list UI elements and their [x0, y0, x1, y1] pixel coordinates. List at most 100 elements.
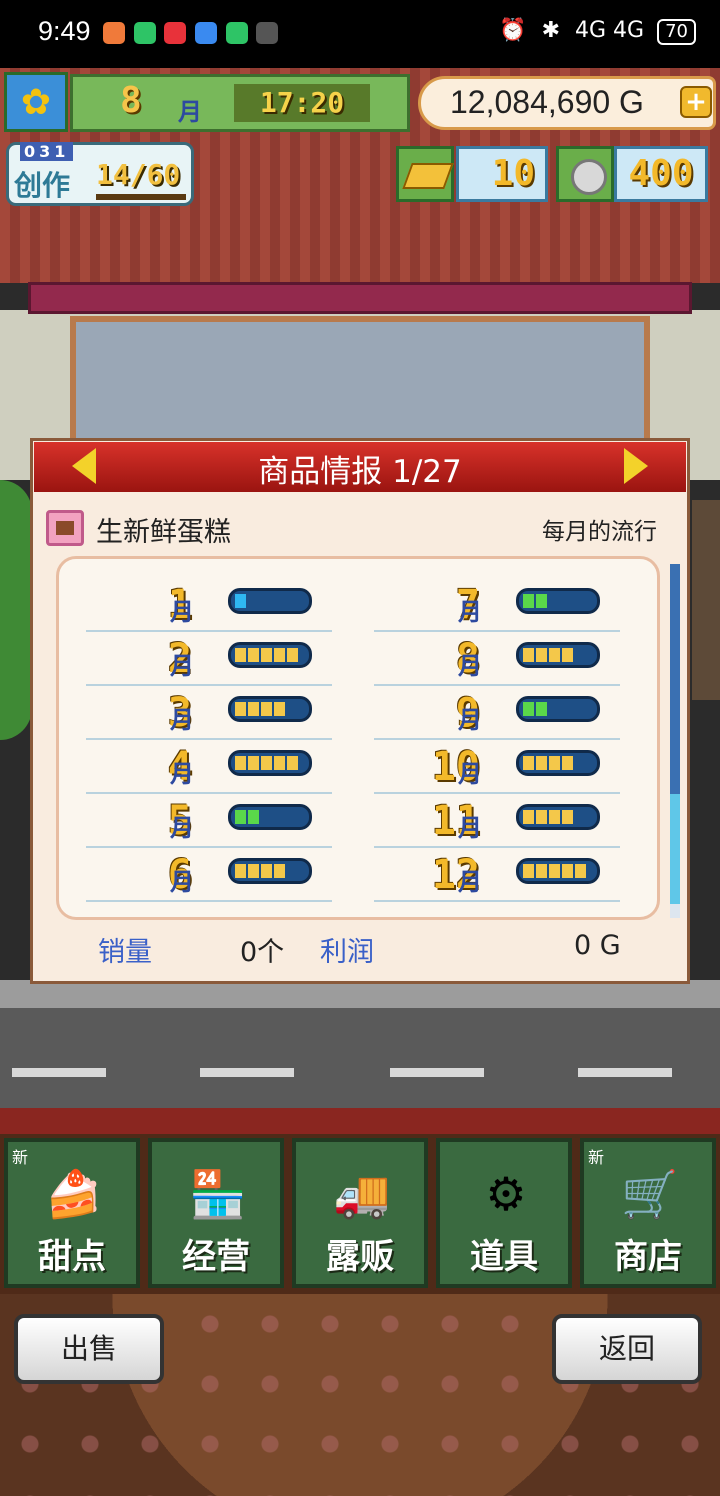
trend-segment [523, 810, 534, 824]
wechat-icon [226, 22, 248, 44]
lane-marking [578, 1068, 672, 1077]
month-row: 4月 [86, 738, 332, 794]
nav-label: 经营 [182, 1237, 250, 1277]
trend-gauge [228, 696, 312, 722]
sales-value: 0个 [240, 937, 285, 968]
month-unit: 月 [170, 814, 194, 842]
product-name: 生新鲜蛋糕 [96, 517, 231, 548]
game-clock: 17:20 [234, 84, 370, 122]
app-notification-icon [134, 22, 156, 44]
nav-label: 道具 [470, 1237, 538, 1277]
trend-segment [274, 648, 285, 662]
scrollbar-lower [670, 794, 680, 904]
trend-segment [562, 810, 573, 824]
trend-segment [235, 594, 246, 608]
trend-gauge [516, 642, 600, 668]
month-row: 2月 [86, 630, 332, 686]
trend-gauge [228, 642, 312, 668]
prev-arrow-icon[interactable] [72, 448, 96, 484]
silver-coin-icon [556, 146, 614, 202]
profit-value: 0 G [574, 930, 621, 961]
sell-button[interactable]: 出售 [14, 1314, 164, 1384]
gold-bar-icon [396, 146, 454, 202]
month-row: 1月 [86, 576, 332, 632]
trend-gauge [516, 804, 600, 830]
create-label: 创作 [14, 169, 71, 202]
trend-segment [549, 810, 560, 824]
trend-segment [523, 756, 534, 770]
lane-marking [390, 1068, 484, 1077]
nav-button-3[interactable]: 🚚 露贩 [292, 1138, 428, 1288]
trend-segment [523, 702, 534, 716]
nav-button-2[interactable]: 🏪 经营 [148, 1138, 284, 1288]
trend-segment [523, 864, 534, 878]
trend-segment [536, 594, 547, 608]
nav-button-1[interactable]: 新 🍰 甜点 [4, 1138, 140, 1288]
trend-segment [261, 702, 272, 716]
trend-segment [235, 810, 246, 824]
trend-segment [248, 648, 259, 662]
trend-segment [274, 864, 285, 878]
trend-segment [549, 648, 560, 662]
month-unit: 月 [170, 868, 194, 896]
lane-marking [200, 1068, 294, 1077]
dialog-title: 商品情报 1/27 [258, 454, 462, 490]
trend-gauge [516, 696, 600, 722]
trend-segment [261, 648, 272, 662]
network-label: 4G 4G [575, 18, 645, 43]
new-badge: 新 [12, 1148, 29, 1167]
trend-gauge [516, 750, 600, 776]
nav-button-5[interactable]: 新 🛒 商店 [580, 1138, 716, 1288]
trend-segment [536, 702, 547, 716]
next-arrow-icon[interactable] [624, 448, 648, 484]
nav-button-4[interactable]: ⚙ 道具 [436, 1138, 572, 1288]
create-counter-digits: 031 [20, 142, 74, 161]
season-sunflower-icon[interactable]: ✿ [4, 72, 68, 132]
scrollbar-thumb[interactable] [670, 564, 680, 794]
create-progress-bar [96, 194, 186, 200]
month-row: 10 月 [374, 738, 620, 794]
trend-segment [261, 756, 272, 770]
trend-gauge [516, 588, 600, 614]
month-unit: 月 [170, 760, 194, 788]
money-value: 12,084,690 G [450, 84, 644, 120]
trend-label: 每月的流行 [542, 519, 657, 545]
month-row: 7月 [374, 576, 620, 632]
sidewalk [0, 980, 720, 1010]
alarm-icon: ⏰ [499, 18, 527, 43]
month-row: 11 月 [374, 792, 620, 848]
trend-segment [274, 702, 285, 716]
trend-segment [235, 756, 246, 770]
add-money-button[interactable]: + [680, 86, 712, 118]
trend-segment [549, 756, 560, 770]
month-row: 12 月 [374, 846, 620, 902]
shop-awning [28, 282, 692, 314]
road [0, 1008, 720, 1108]
trend-segment [536, 648, 547, 662]
trend-segment [523, 594, 534, 608]
month-unit: 月 [458, 868, 482, 896]
trend-segment [235, 864, 246, 878]
trend-segment [575, 864, 586, 878]
trend-segment [287, 648, 298, 662]
trend-segment [248, 810, 259, 824]
trend-segment [562, 648, 573, 662]
app-notification-icon [195, 22, 217, 44]
items-icon: ⚙ [485, 1167, 527, 1221]
gold-bar-count: 10 [456, 146, 548, 202]
tree-left [0, 480, 32, 740]
month-unit: 月 [178, 98, 202, 126]
trend-segment [549, 864, 560, 878]
back-button[interactable]: 返回 [552, 1314, 702, 1384]
month-unit: 月 [458, 652, 482, 680]
nav-label: 商店 [614, 1237, 682, 1277]
status-right: ⏰ ✱ 4G 4G 70 [499, 18, 696, 45]
trend-segment [248, 864, 259, 878]
trend-gauge [228, 750, 312, 776]
month-row: 8月 [374, 630, 620, 686]
trend-segment [274, 756, 285, 770]
trend-segment [235, 648, 246, 662]
nfc-icon [256, 22, 278, 44]
month-unit: 月 [170, 706, 194, 734]
trend-gauge [228, 588, 312, 614]
